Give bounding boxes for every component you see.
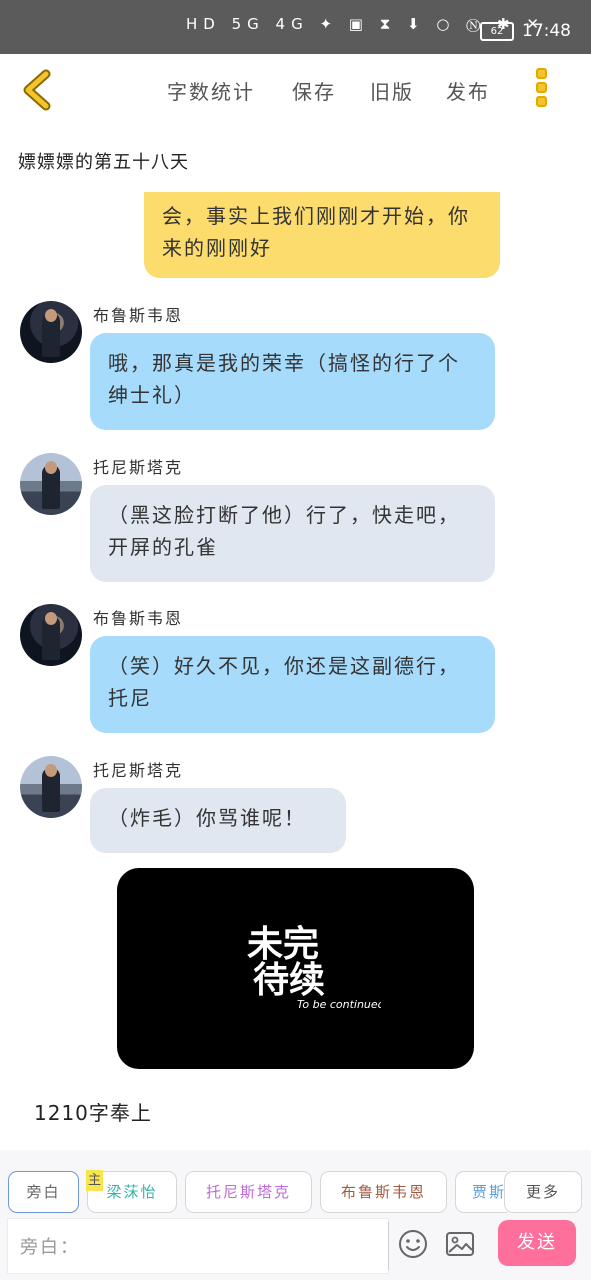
avatar-tony[interactable]	[20, 453, 82, 515]
message-bubble[interactable]: （炸毛）你骂谁呢！	[90, 788, 346, 853]
role-chip-tony[interactable]: 托尼斯塔克	[185, 1171, 312, 1213]
main-role-badge: 主	[86, 1170, 103, 1191]
avatar-bruce[interactable]	[20, 301, 82, 363]
message-bubble[interactable]: （笑）好久不见，你还是这副德行，托尼	[90, 636, 495, 733]
speaker-name: 托尼斯塔克	[93, 761, 184, 780]
speaker-name: 布鲁斯韦恩	[93, 609, 184, 628]
clock: 17:48	[522, 21, 571, 41]
avatar-bruce[interactable]	[20, 604, 82, 666]
word-count-button[interactable]: 字数统计	[167, 76, 255, 105]
message-bubble[interactable]: （黑这脸打断了他）行了，快走吧，开屏的孔雀	[90, 485, 495, 582]
image-message[interactable]: 未完 待续 To be continued	[117, 868, 474, 1069]
role-chip-partial[interactable]: 贾斯	[455, 1171, 507, 1213]
avatar-tony[interactable]	[20, 756, 82, 818]
emoji-icon[interactable]	[397, 1228, 429, 1260]
old-version-button[interactable]: 旧版	[370, 76, 414, 105]
more-menu-icon[interactable]	[536, 68, 552, 112]
image-picker-icon[interactable]	[444, 1228, 476, 1260]
save-button[interactable]: 保存	[292, 76, 336, 105]
speaker-name: 布鲁斯韦恩	[93, 306, 184, 325]
word-count-note: 1210字奉上	[34, 1101, 152, 1125]
message-bubble[interactable]: 哦，那真是我的荣幸（搞怪的行了个绅士礼）	[90, 333, 495, 430]
to-be-continued-logo: 未完 待续 To be continued	[247, 924, 381, 1011]
send-button[interactable]: 发送	[498, 1220, 576, 1266]
role-chip-bruce[interactable]: 布鲁斯韦恩	[320, 1171, 447, 1213]
message-bubble-protagonist[interactable]: 会，事实上我们刚刚才开始，你来的刚刚好	[144, 192, 500, 278]
input-divider	[388, 1222, 389, 1270]
svg-text:待续: 待续	[253, 960, 325, 1001]
role-chip-narration[interactable]: 旁白	[8, 1171, 79, 1213]
speaker-name: 托尼斯塔克	[93, 458, 184, 477]
back-arrow-icon[interactable]	[20, 68, 60, 112]
status-bar: HD 5G 4G ✦ ▣ ⧗ ⬇ ○ Ⓝ ✱ ✕ 62 17:48	[0, 0, 591, 54]
battery-icon: 62	[480, 22, 514, 41]
publish-button[interactable]: 发布	[446, 76, 490, 105]
chapter-title: 嫖嫖嫖的第五十八天	[18, 152, 189, 173]
message-input[interactable]: 旁白：	[7, 1218, 389, 1274]
svg-text:未完: 未完	[247, 924, 319, 965]
svg-text:To be continued: To be continued	[297, 998, 381, 1011]
top-toolbar: 字数统计 保存 旧版 发布	[0, 54, 591, 128]
more-roles-button[interactable]: 更多	[504, 1171, 582, 1213]
